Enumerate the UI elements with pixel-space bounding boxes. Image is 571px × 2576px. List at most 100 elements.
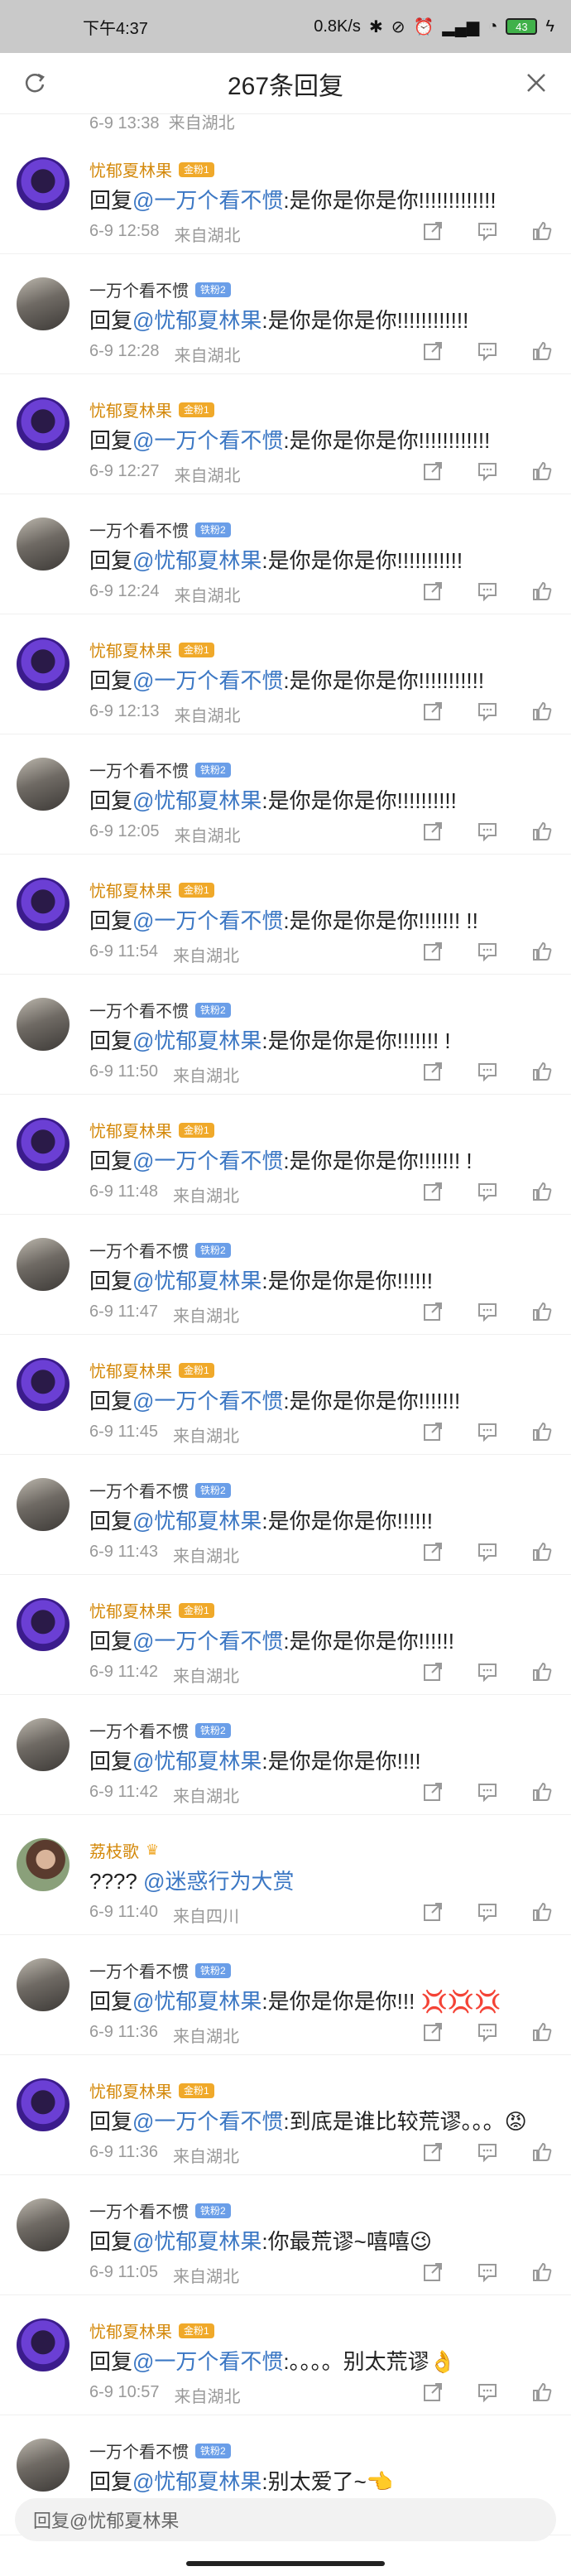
avatar[interactable] [17,397,70,450]
like-icon[interactable] [531,1421,553,1442]
share-icon[interactable] [422,821,444,842]
username[interactable]: 忧郁夏林果 [89,2318,172,2342]
comment-item[interactable]: 忧郁夏林果 金粉1 回复@一万个看不惯:是你是你是你!!!!!!!!!!!!! 6-9… [0,134,571,254]
avatar[interactable] [17,1478,70,1531]
username[interactable]: 忧郁夏林果 [89,1358,172,1382]
like-icon[interactable] [531,1541,553,1562]
comment-item[interactable]: 忧郁夏林果 金粉1 回复@一万个看不惯:是你是你是你!!!!!!! ! 6-9 11:… [0,1095,571,1215]
username[interactable]: 忧郁夏林果 [89,878,172,902]
comment-icon[interactable] [477,2141,498,2163]
share-icon[interactable] [422,460,444,482]
mention-link[interactable]: @一万个看不惯 [132,1629,283,1654]
avatar[interactable] [17,1958,70,2011]
comment-item[interactable]: 一万个看不惯 铁粉2 回复@忧郁夏林果:你最荒谬~嘻嘻😉 6-9 11:05 来自湖北 [0,2175,571,2295]
username[interactable]: 忧郁夏林果 [89,397,172,421]
avatar[interactable] [17,2198,70,2251]
like-icon[interactable] [531,821,553,842]
comment-item[interactable]: 荔枝歌 ♛???? @迷惑行为大赏 6-9 11:40 来自四川 [0,1815,571,1935]
avatar[interactable] [17,638,70,691]
share-icon[interactable] [422,2261,444,2283]
share-icon[interactable] [422,340,444,362]
mention-link[interactable]: @忧郁夏林果 [132,1269,262,1293]
avatar[interactable] [17,758,70,811]
comment-icon[interactable] [477,1181,498,1202]
avatar[interactable] [17,2078,70,2131]
avatar[interactable] [17,998,70,1051]
share-icon[interactable] [422,1781,444,1803]
refresh-icon[interactable] [22,70,48,96]
avatar[interactable] [17,2318,70,2371]
mention-link[interactable]: @一万个看不惯 [132,428,283,453]
comment-item[interactable]: 忧郁夏林果 金粉1 回复@一万个看不惯:是你是你是你!!!!!!!!!!! 6-9 1… [0,614,571,734]
username[interactable]: 一万个看不惯 [89,2198,189,2222]
comment-icon[interactable] [477,1301,498,1322]
mention-link[interactable]: @一万个看不惯 [132,2109,283,2134]
home-indicator[interactable] [186,2561,385,2566]
avatar[interactable] [17,1358,70,1411]
mention-link[interactable]: @一万个看不惯 [132,188,283,213]
avatar[interactable] [17,1598,70,1651]
comment-icon[interactable] [477,1061,498,1082]
share-icon[interactable] [422,1661,444,1683]
share-icon[interactable] [422,1541,444,1562]
comment-item[interactable]: 一万个看不惯 铁粉2 回复@忧郁夏林果:是你是你是你!!!!!! 6-9 11:47 来… [0,1215,571,1335]
comment-item[interactable]: 忧郁夏林果 金粉1 回复@一万个看不惯:是你是你是你!!!!!!! !! 6-9 11… [0,855,571,975]
username[interactable]: 一万个看不惯 [89,1238,189,1262]
comment-icon[interactable] [477,340,498,362]
username[interactable]: 忧郁夏林果 [89,638,172,662]
like-icon[interactable] [531,1181,553,1202]
share-icon[interactable] [422,580,444,602]
share-icon[interactable] [422,2021,444,2043]
avatar[interactable] [17,2439,70,2492]
comment-icon[interactable] [477,1781,498,1803]
mention-link[interactable]: @一万个看不惯 [132,908,283,933]
avatar[interactable] [17,1838,70,1891]
share-icon[interactable] [422,2141,444,2163]
share-icon[interactable] [422,220,444,242]
mention-link[interactable]: @忧郁夏林果 [132,2229,262,2254]
avatar[interactable] [17,157,70,210]
comment-icon[interactable] [477,2381,498,2403]
username[interactable]: 忧郁夏林果 [89,157,172,181]
comment-icon[interactable] [477,1421,498,1442]
avatar[interactable] [17,277,70,330]
username[interactable]: 一万个看不惯 [89,758,189,782]
comment-icon[interactable] [477,1541,498,1562]
like-icon[interactable] [531,2261,553,2283]
mention-link[interactable]: @忧郁夏林果 [132,1749,262,1774]
share-icon[interactable] [422,701,444,722]
like-icon[interactable] [531,2021,553,2043]
mention-link[interactable]: @忧郁夏林果 [132,548,262,573]
comment-item[interactable]: 一万个看不惯 铁粉2 回复@忧郁夏林果:是你是你是你!!!!!! 6-9 11:43 来… [0,1455,571,1575]
comment-item[interactable]: 忧郁夏林果 金粉1 回复@一万个看不惯:到底是谁比较荒谬。。。😡 6-9 11:36 来… [0,2055,571,2175]
avatar[interactable] [17,518,70,571]
like-icon[interactable] [531,1301,553,1322]
username[interactable]: 一万个看不惯 [89,1958,189,1982]
comment-item[interactable]: 忧郁夏林果 金粉1 回复@一万个看不惯:是你是你是你!!!!!!! 6-9 11:45… [0,1335,571,1455]
mention-link[interactable]: @忧郁夏林果 [132,308,262,333]
comment-icon[interactable] [477,821,498,842]
mention-link[interactable]: @一万个看不惯 [132,668,283,693]
mention-link[interactable]: @一万个看不惯 [132,1148,283,1173]
mention-link[interactable]: @一万个看不惯 [132,2349,283,2374]
comment-icon[interactable] [477,2261,498,2283]
mention-link[interactable]: @忧郁夏林果 [132,1028,262,1053]
share-icon[interactable] [422,1061,444,1082]
mention-link[interactable]: @迷惑行为大赏 [143,1869,294,1894]
like-icon[interactable] [531,1061,553,1082]
comment-item[interactable]: 忧郁夏林果 金粉1 回复@一万个看不惯:是你是你是你!!!!!! 6-9 11:42 来… [0,1575,571,1695]
mention-link[interactable]: @忧郁夏林果 [132,788,262,813]
like-icon[interactable] [531,701,553,722]
share-icon[interactable] [422,2381,444,2403]
comment-icon[interactable] [477,580,498,602]
comment-icon[interactable] [477,701,498,722]
username[interactable]: 一万个看不惯 [89,518,189,542]
avatar[interactable] [17,878,70,931]
reply-input[interactable]: 回复@忧郁夏林果 [15,2498,556,2541]
comment-item[interactable]: 一万个看不惯 铁粉2 回复@忧郁夏林果:是你是你是你!!!!!!! ! 6-9 11:… [0,975,571,1095]
share-icon[interactable] [422,1181,444,1202]
like-icon[interactable] [531,580,553,602]
mention-link[interactable]: @一万个看不惯 [132,1389,283,1413]
like-icon[interactable] [531,2141,553,2163]
like-icon[interactable] [531,1661,553,1683]
